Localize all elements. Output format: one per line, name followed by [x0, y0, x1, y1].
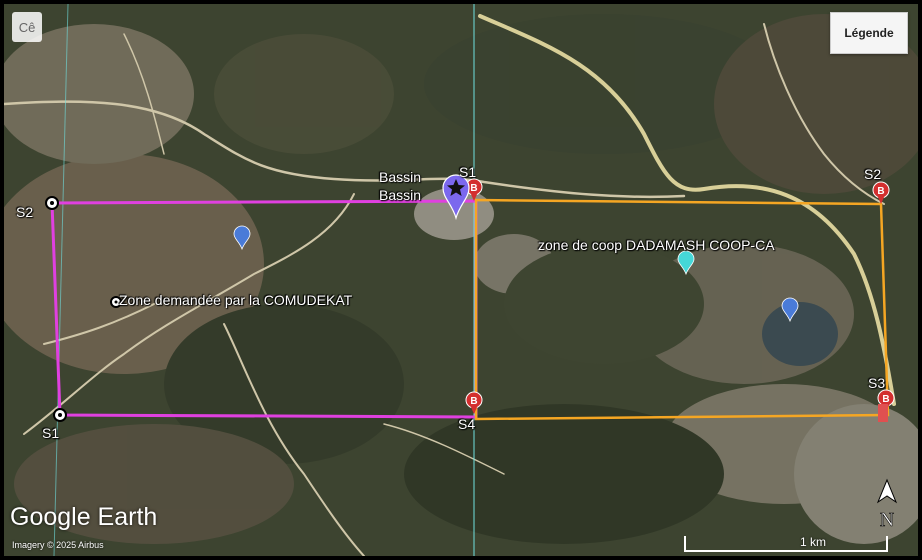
label-vertex-s2-orange: S2	[864, 166, 882, 182]
red-structure-icon	[878, 404, 888, 422]
imagery-copyright: Imagery © 2025 Airbus	[12, 540, 104, 550]
circle-point-icon[interactable]	[53, 408, 67, 422]
legend-button[interactable]: Légende	[830, 12, 908, 54]
satellite-map[interactable]: B B B B	[4, 4, 918, 556]
scale-bar	[684, 536, 888, 552]
label-vertex-s1-orange: S1	[459, 164, 477, 180]
lake	[762, 302, 838, 366]
svg-text:B: B	[470, 396, 477, 407]
nav-control[interactable]: Cê	[12, 12, 42, 42]
circle-point-icon[interactable]	[45, 196, 59, 210]
svg-text:B: B	[470, 183, 477, 194]
label-vertex-s2-pink: S2	[16, 204, 34, 220]
label-bassin: Bassin	[379, 187, 422, 203]
label-vertex-s3-orange: S3	[868, 375, 886, 391]
map-frame: B B B B Zone demandée par la COMUDEKAT z…	[0, 0, 922, 560]
compass-icon[interactable]: N	[874, 478, 900, 530]
label-vertex-s4-orange: S4	[458, 416, 476, 432]
scale-label: 1 km	[799, 535, 826, 549]
label-zone-coop: zone de coop DADAMASH COOP-CA	[538, 237, 775, 253]
svg-text:B: B	[882, 394, 889, 405]
svg-text:B: B	[877, 186, 884, 197]
label-bassin: Bassin	[379, 169, 422, 185]
label-zone-comudekat: Zone demandée par la COMUDEKAT	[119, 292, 353, 308]
label-vertex-s1-pink: S1	[42, 425, 60, 441]
svg-text:N: N	[880, 509, 894, 530]
google-earth-logo: Google Earth	[10, 503, 158, 531]
